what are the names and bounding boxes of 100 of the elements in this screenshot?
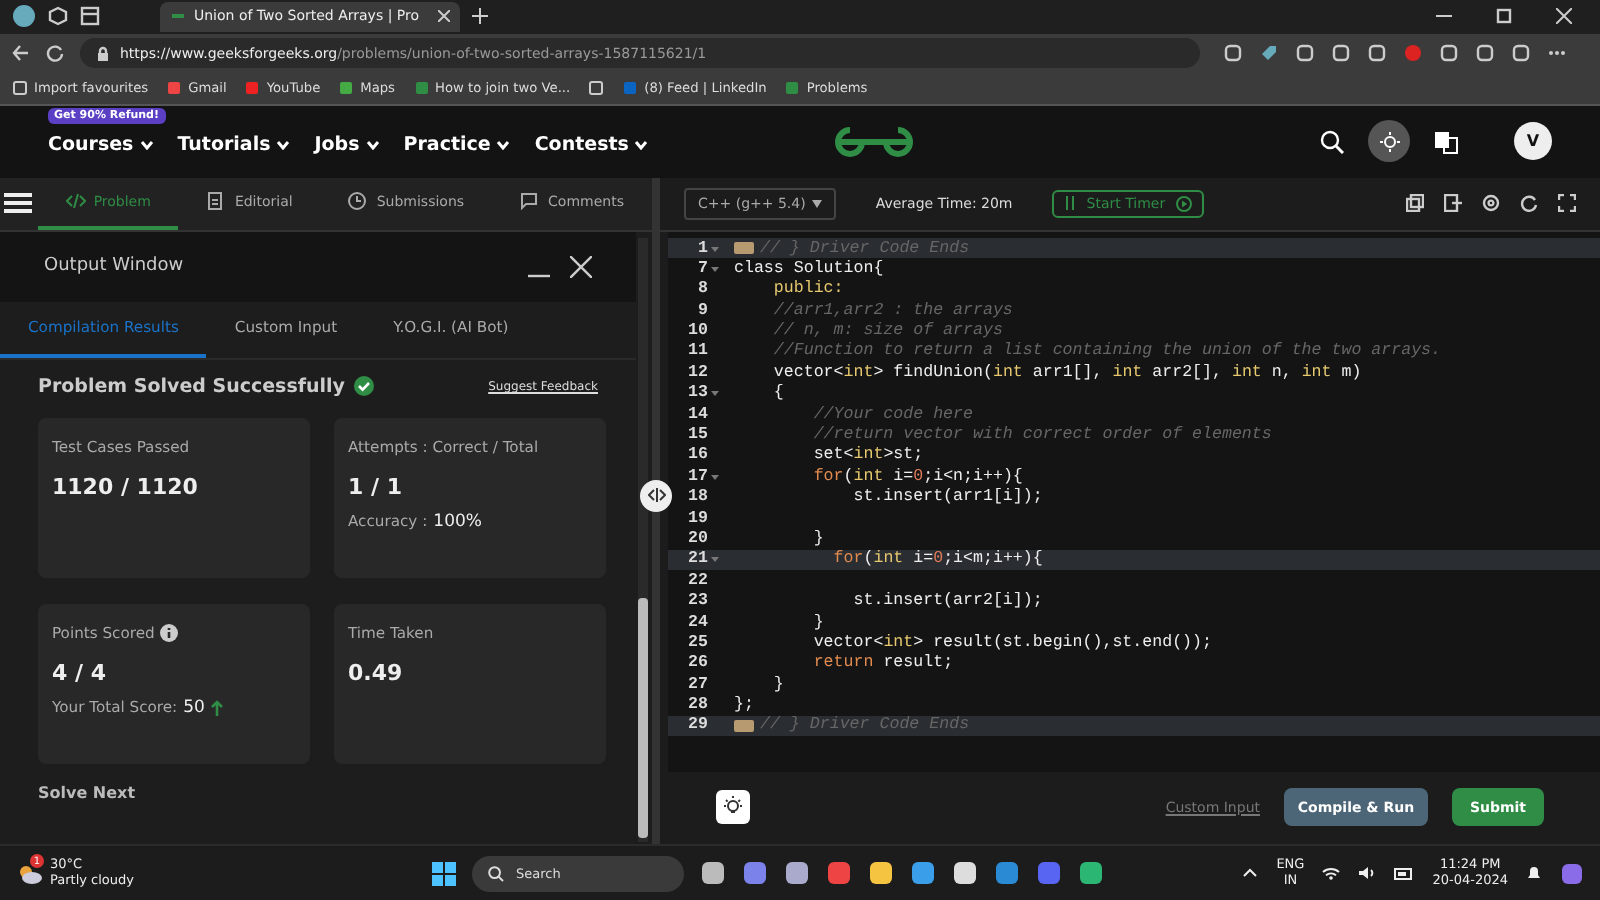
fold-arrow-icon[interactable] [710, 554, 720, 565]
line-number: 28 [688, 696, 708, 715]
fullscreen-icon[interactable] [1558, 194, 1576, 213]
doc-icon [206, 192, 227, 211]
logo-icon[interactable] [834, 121, 915, 162]
bookmark-icon [12, 80, 28, 97]
reload-icon[interactable] [46, 44, 64, 63]
code-line: vector<int> findUnion(int arr1[], int arr2[], int n, int m) [771, 363, 1362, 382]
search-icon[interactable] [1320, 129, 1344, 154]
fold-arrow-icon[interactable] [710, 471, 720, 482]
code-line: //Function to return a list containing the union of the two arrays. [771, 342, 1442, 361]
line-number: 14 [688, 405, 708, 424]
up-arrow-icon [210, 699, 225, 716]
line-number: 23 [688, 592, 708, 611]
lightbulb-icon [722, 796, 744, 819]
code-line: } [771, 675, 784, 694]
wifi-icon[interactable] [1322, 866, 1341, 881]
scrollbar[interactable] [638, 237, 648, 842]
site-favicon [170, 10, 186, 23]
bookmark-icon [338, 80, 355, 97]
code-icon [65, 192, 86, 211]
translate-icon[interactable] [1434, 129, 1458, 154]
close-icon[interactable] [570, 255, 592, 278]
line-number: 13 [688, 384, 708, 403]
hint-button[interactable] [716, 790, 750, 825]
bell-icon[interactable] [1526, 864, 1542, 883]
nav-menu[interactable]: Jobs [314, 126, 380, 157]
battery-icon[interactable] [1394, 867, 1415, 880]
nav-menu[interactable]: Contests [534, 126, 649, 157]
profile-icon[interactable] [12, 4, 36, 29]
chat-icon [520, 192, 541, 211]
code-line: vector<int> result(st.begin(),st.end()); [811, 633, 1212, 652]
chevron-icon [139, 140, 154, 151]
fold-marker-icon[interactable] [734, 719, 754, 732]
code-line: { [771, 384, 784, 403]
windows-icon[interactable] [432, 861, 456, 886]
code-line: for(int i=0;i<m;i++){ [831, 550, 1043, 569]
line-number: 21 [688, 550, 708, 569]
code-line: }; [734, 696, 754, 715]
line-number: 16 [688, 446, 708, 465]
section-heading: Solve Next [36, 783, 138, 802]
speaker-icon[interactable] [1358, 866, 1377, 881]
search-icon [488, 865, 504, 882]
code-line: //Your code here [811, 405, 973, 424]
code-line: // } Driver Code Ends [760, 716, 970, 735]
settings-icon[interactable] [1482, 194, 1500, 213]
code-line: } [811, 613, 824, 632]
weather-icon[interactable] [16, 861, 44, 886]
caret-icon [811, 199, 822, 208]
line-number: 15 [688, 426, 708, 445]
reset-icon[interactable] [1520, 194, 1538, 213]
line-number: 11 [688, 342, 708, 361]
chevron-icon [276, 140, 291, 151]
code-line: st.insert(arr1[i]); [851, 488, 1043, 507]
line-number: 26 [688, 654, 708, 673]
nav-menu[interactable]: Tutorials [177, 126, 291, 157]
bookmark-icon [784, 80, 801, 97]
line-number: 10 [688, 322, 708, 341]
code-line: set<int>st; [811, 446, 924, 465]
code-line: public: [771, 280, 844, 299]
import-icon[interactable] [1444, 194, 1462, 213]
line-number: 24 [688, 613, 708, 632]
card-value: 4 / 4 [52, 659, 108, 686]
close-icon[interactable] [438, 10, 450, 23]
maximize-icon[interactable] [1496, 8, 1512, 25]
code-line: //return vector with correct order of elements [811, 426, 1272, 445]
code-line: // n, m: size of arrays [771, 322, 1003, 341]
line-number: 29 [688, 716, 708, 735]
workspaces-icon[interactable] [48, 6, 68, 27]
bookmark-icon [413, 80, 429, 97]
code-line: } [811, 529, 824, 548]
nav-menu[interactable]: Practice [403, 126, 511, 157]
bookmark-icon [244, 80, 261, 97]
fold-marker-icon[interactable] [734, 242, 754, 254]
close-icon[interactable] [1556, 8, 1572, 25]
line-number: 12 [688, 363, 708, 382]
tag-icon[interactable] [1260, 44, 1278, 63]
fold-arrow-icon[interactable] [710, 388, 720, 399]
play-icon [1175, 195, 1192, 212]
code-line: for(int i=0;i<n;i++){ [811, 467, 1023, 486]
line-number: 19 [688, 509, 708, 528]
theme-toggle[interactable] [1368, 120, 1410, 163]
code-line: class Solution{ [734, 259, 884, 278]
menu-icon[interactable] [4, 192, 33, 215]
copy-icon[interactable] [1406, 194, 1424, 213]
code-line: //arr1,arr2 : the arrays [771, 301, 1013, 320]
pause-icon [1064, 196, 1077, 211]
line-number: 1 [698, 239, 708, 257]
chevron-up-icon[interactable] [1242, 868, 1259, 879]
avatar[interactable]: V [1514, 122, 1552, 161]
line-number: 25 [688, 633, 708, 652]
nav-menu[interactable]: Courses [48, 126, 154, 157]
line-number: 7 [698, 259, 708, 278]
tab-actions-icon[interactable] [80, 6, 100, 27]
new-tab-icon[interactable] [472, 8, 488, 25]
chevron-icon [496, 140, 511, 151]
line-number: 9 [698, 301, 708, 320]
code-line: // } Driver Code Ends [760, 239, 970, 257]
clock-icon [348, 192, 369, 211]
back-icon[interactable] [12, 44, 30, 63]
